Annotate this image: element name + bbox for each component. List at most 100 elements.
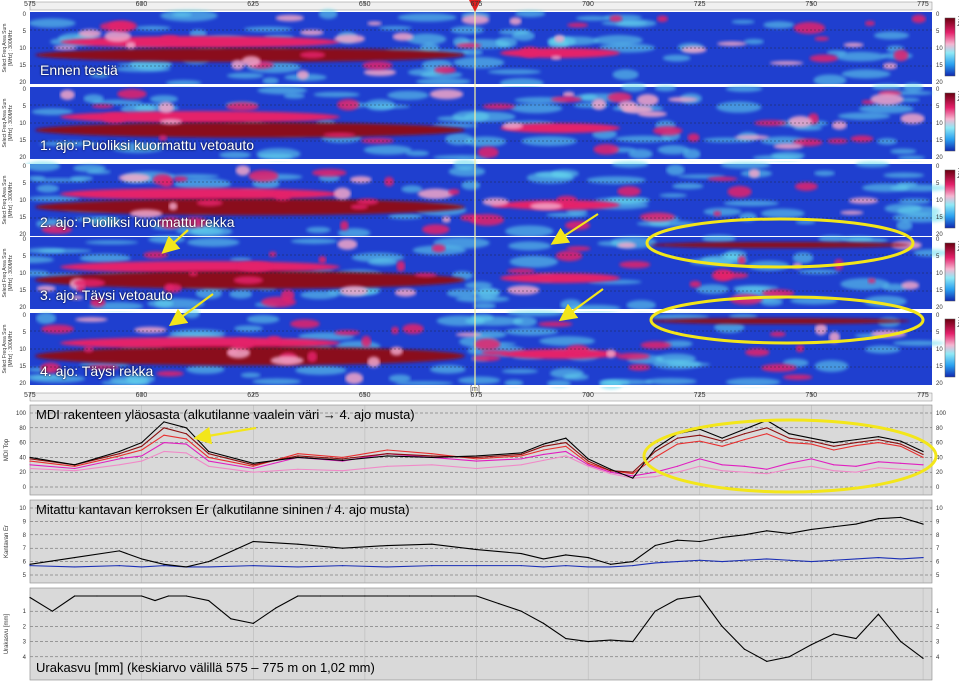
radar-reflection-light (662, 54, 691, 62)
radar-band-right (500, 349, 620, 359)
radar-reflection (793, 22, 826, 35)
radar-reflection-light (814, 170, 835, 177)
radar-reflection (893, 49, 909, 62)
radar-reflection-light (27, 247, 66, 254)
top-axis-tick-label: 600 (135, 1, 148, 8)
radar-depth-tick-right: 15 (936, 63, 943, 69)
radar-reflection (307, 351, 318, 363)
line-series-point (252, 462, 254, 464)
radar-reflection (196, 199, 223, 207)
line-series-point (520, 455, 522, 457)
radar-reflection-light (593, 35, 643, 46)
line-series-point (341, 470, 344, 472)
radar-reflection (274, 193, 291, 201)
line-series-point (74, 464, 76, 466)
line-series-point (632, 477, 634, 479)
radar-reflection-light (243, 26, 293, 32)
line-series-point (676, 471, 679, 473)
line-series-point (163, 565, 165, 567)
radar-depth-tick-right: 10 (936, 347, 943, 353)
line-series-point (475, 565, 478, 567)
radar-ylabel-secondary: [MHz] : 300MHz (8, 255, 14, 291)
line-series-point (163, 427, 165, 429)
radar-reflection-light (840, 278, 890, 290)
line-series-point (96, 595, 98, 597)
line-series-point (542, 459, 545, 461)
radar-reflection-light (290, 238, 338, 244)
radar-reflection (566, 344, 590, 356)
top-axis-tick-label: 725 (693, 1, 706, 8)
radar-reflection (717, 41, 747, 47)
line-series-point (542, 566, 545, 568)
radar-reflection (421, 224, 450, 235)
line-series-point (654, 562, 656, 564)
line-series-point (609, 639, 612, 641)
line-series-point (676, 561, 679, 563)
radar-reflection (843, 42, 864, 48)
line-series-point (833, 445, 835, 447)
line-series-point (900, 462, 902, 464)
line-series-point (676, 443, 679, 445)
line-series-point (520, 464, 522, 466)
radar-reflection-light (318, 9, 338, 19)
line-series-point (788, 559, 790, 561)
line-series-point (654, 447, 656, 450)
line-series-point (788, 532, 790, 535)
line-series-point (252, 471, 254, 473)
line-series-point (721, 470, 723, 472)
radar-reflection (621, 105, 653, 114)
line-series-point (609, 471, 612, 473)
radar-reflection-light (645, 378, 697, 385)
line-chart-ytick-right: 1 (936, 609, 940, 615)
radar-depth-tick-right: 0 (936, 313, 940, 319)
line-chart-ytick-left: 10 (19, 506, 26, 512)
radar-reflection (367, 21, 382, 26)
line-series-point (587, 566, 589, 568)
radar-reflection-light (890, 148, 917, 155)
radar-reflection-light (549, 368, 584, 379)
radar-band-deformation (650, 242, 910, 248)
line-series-point (654, 450, 656, 453)
line-series-point (855, 444, 857, 447)
top-axis-tick-label: 750 (805, 1, 818, 8)
radar-reflection (639, 212, 676, 222)
line-series-point (855, 439, 857, 441)
radar-reflection-light (25, 160, 61, 172)
line-chart-ytick-right: 100 (936, 411, 947, 417)
radar-reflection (356, 198, 379, 205)
radar-reflection (417, 188, 454, 200)
line-series-point (74, 595, 76, 597)
radar-reflection (640, 341, 672, 350)
line-series-point (855, 465, 857, 467)
radar-reflection-light (659, 193, 687, 198)
radar-reflection-light (614, 135, 672, 143)
radar-reflection (299, 51, 326, 59)
line-chart-ylabel: MDI Top (4, 438, 10, 461)
radar-reflection-light (504, 327, 559, 336)
line-series-point (922, 456, 924, 458)
line-series-point (141, 442, 143, 444)
line-series-point (654, 544, 656, 547)
radar-reflection (75, 317, 108, 322)
radar-reflection (241, 55, 261, 67)
line-series-point (922, 556, 924, 559)
radar-reflection-light (306, 226, 331, 234)
radar-reflection (502, 122, 524, 130)
radar-reflection (334, 34, 365, 44)
radar-reflection (482, 197, 509, 207)
radar-depth-tick-left: 15 (19, 288, 26, 294)
radar-reflection (707, 176, 738, 182)
radar-reflection-light (387, 90, 429, 100)
line-chart-ytick-right: 4 (936, 655, 940, 661)
line-series-point (833, 464, 835, 466)
figure-canvas: Select Freq Area Sum [MHz] : 300MHz0 05 510… (0, 0, 959, 681)
radar-reflection-light (257, 86, 308, 95)
radar-reflection-light (73, 164, 106, 173)
radar-reflection-light (508, 241, 552, 251)
radar-reflection (337, 239, 358, 250)
radar-reflection (794, 182, 818, 191)
radar-reflection-light (723, 200, 779, 207)
line-series-point (118, 455, 120, 457)
radar-panel-title: 1. ajo: Puoliksi kuormattu vetoauto (40, 137, 255, 153)
line-series-point (74, 470, 76, 472)
